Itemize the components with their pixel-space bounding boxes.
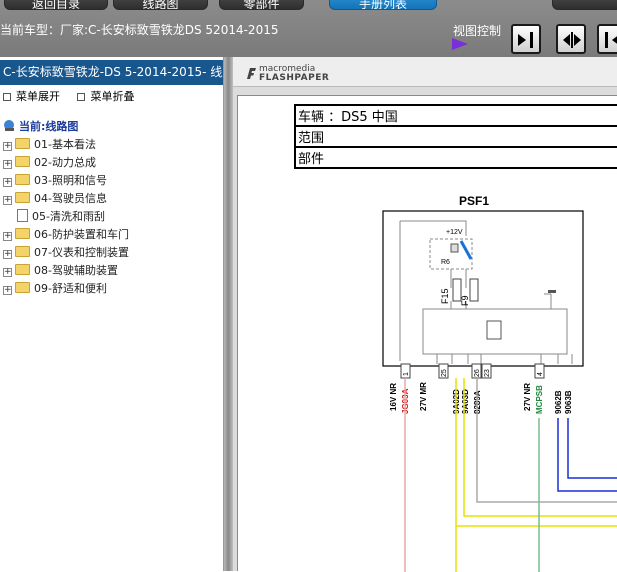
fit-left-button[interactable] xyxy=(597,24,617,54)
folder-icon xyxy=(15,192,30,203)
back-to-catalog-button[interactable]: 返回目录 xyxy=(4,0,108,10)
connector-27v-nr: 27V NR xyxy=(523,383,532,411)
menu-collapse-label: 菜单折叠 xyxy=(90,90,135,103)
voltage-label: +12V xyxy=(446,229,463,236)
tree-root-label: 当前:线路图 xyxy=(19,120,79,133)
flashpaper-logo-icon xyxy=(247,68,256,79)
tree-item-label: 04-驾驶员信息 xyxy=(34,192,107,205)
document-viewer: macromedia FLASHPAPER 车辆 ：DS5 中国 范围 部件 P… xyxy=(233,57,617,572)
ground-icon xyxy=(548,290,556,293)
connector-16v-nr: 16V NR xyxy=(389,383,398,411)
sidebar: C-长安标致雪铁龙-DS 5-2014-2015- 线路 菜单展开 菜单折叠 当… xyxy=(0,57,224,571)
tree-item[interactable]: 05-清洗和雨刮 xyxy=(3,208,223,226)
tree-view: 当前:线路图 +01-基本看法 +02-动力总成 +03-照明和信号 +04-驾驶员信… xyxy=(0,118,223,298)
expand-toggle-icon[interactable]: + xyxy=(3,250,12,259)
menu-expand-label: 菜单展开 xyxy=(16,90,60,103)
pin-1: 1 xyxy=(403,372,410,376)
folder-icon xyxy=(15,282,30,293)
computer-icon xyxy=(4,120,14,131)
folder-icon xyxy=(15,156,30,167)
tree-item-label: 06-防护装置和车门 xyxy=(34,228,129,241)
expand-toggle-icon[interactable]: + xyxy=(3,160,12,169)
expand-toggle-icon[interactable]: + xyxy=(3,142,12,151)
sidebar-title: C-长安标致雪铁龙-DS 5-2014-2015- 线路 xyxy=(0,60,223,85)
wiring-diagram: PSF1 +12V R6 F15 F9 1 25 26 23 4 16V NR … xyxy=(382,194,617,572)
fit-width-icon xyxy=(563,32,581,48)
extra-toolbar-button[interactable] xyxy=(552,0,617,10)
collapse-icon xyxy=(77,93,86,101)
expand-toggle-icon[interactable]: + xyxy=(3,232,12,241)
wiring-diagram-button[interactable]: 线路图 xyxy=(113,0,208,10)
fuse-f9 xyxy=(469,278,479,302)
tree-item-label: 01-基本看法 xyxy=(34,138,96,151)
components-button[interactable]: 零部件 xyxy=(219,0,304,10)
expand-toggle-icon[interactable]: + xyxy=(3,268,12,277)
tree-item[interactable]: +08-驾驶辅助装置 xyxy=(3,262,223,280)
pin-25: 25 xyxy=(441,369,448,377)
menu-expand-button[interactable]: 菜单展开 xyxy=(3,90,60,103)
folder-icon xyxy=(15,228,30,239)
pin-26: 26 xyxy=(474,369,481,377)
view-control-arrow-icon xyxy=(452,38,468,50)
tree-item-label: 05-清洗和雨刮 xyxy=(32,210,105,223)
folder-icon xyxy=(15,246,30,257)
fit-width-button[interactable] xyxy=(556,24,586,54)
tree-item-label: 07-仪表和控制装置 xyxy=(34,246,129,259)
fit-left-icon xyxy=(605,32,617,48)
current-car-model: 当前车型：厂家:C-长安标致雪铁龙DS 52014-2015 xyxy=(0,23,279,37)
tree-item[interactable]: +06-防护装置和车门 xyxy=(3,226,223,244)
wire-label-9063b: 9063B xyxy=(564,390,573,414)
menu-collapse-button[interactable]: 菜单折叠 xyxy=(77,90,134,103)
top-toolbar: 返回目录 线路图 零部件 手册列表 当前车型：厂家:C-长安标致雪铁龙DS 52… xyxy=(0,0,617,57)
pin-4: 4 xyxy=(537,372,544,376)
tree-item[interactable]: +04-驾驶员信息 xyxy=(3,190,223,208)
document-icon xyxy=(17,209,28,222)
folder-icon xyxy=(15,138,30,149)
fit-page-button[interactable] xyxy=(511,24,541,54)
tree-item-label: 08-驾驶辅助装置 xyxy=(34,264,118,277)
relay-coil xyxy=(450,243,459,253)
brand-bottom: FLASHPAPER xyxy=(259,73,330,83)
wire-label-9a03d: 9A03D xyxy=(461,389,470,414)
tree-item-label: 09-舒适和便利 xyxy=(34,282,107,295)
tree-item[interactable]: +03-照明和信号 xyxy=(3,172,223,190)
relay-label: R6 xyxy=(441,259,450,266)
wire-label-9062b: 9062B xyxy=(554,390,563,414)
tree-item[interactable]: +02-动力总成 xyxy=(3,154,223,172)
fit-right-icon xyxy=(518,32,533,48)
folder-icon xyxy=(15,174,30,185)
fuse-f9-label: F9 xyxy=(460,295,470,306)
fuse-f15-label: F15 xyxy=(440,288,450,304)
wires xyxy=(404,378,617,572)
expand-toggle-icon[interactable]: + xyxy=(3,286,12,295)
pin-23: 23 xyxy=(484,369,491,377)
expand-icon xyxy=(3,93,11,101)
view-control-label: 视图控制 xyxy=(453,24,502,38)
flashpaper-logo: macromedia FLASHPAPER xyxy=(259,65,329,83)
connector-27v-mr: 27V MR xyxy=(419,382,428,411)
expand-toggle-icon[interactable]: + xyxy=(3,178,12,187)
tree-item-label: 02-动力总成 xyxy=(34,156,96,169)
tree-root[interactable]: 当前:线路图 xyxy=(3,118,223,136)
wire-label-mcpsb: MCPSB xyxy=(535,385,544,414)
manual-list-button[interactable]: 手册列表 xyxy=(329,0,437,10)
folder-icon xyxy=(15,264,30,275)
tree-item[interactable]: +09-舒适和便利 xyxy=(3,280,223,298)
component-title: PSF1 xyxy=(459,194,489,208)
document-page: 车辆 ：DS5 中国 范围 部件 PSF1 +12V R6 F15 F9 1 2… xyxy=(237,95,617,572)
component-box xyxy=(382,210,584,367)
tree-item-label: 03-照明和信号 xyxy=(34,174,107,187)
tree-item[interactable]: +07-仪表和控制装置 xyxy=(3,244,223,262)
menu-operations: 菜单展开 菜单折叠 xyxy=(0,85,223,109)
flashpaper-header: macromedia FLASHPAPER xyxy=(233,57,617,87)
tree-item[interactable]: +01-基本看法 xyxy=(3,136,223,154)
panel-splitter[interactable] xyxy=(224,57,233,571)
expand-toggle-icon[interactable]: + xyxy=(3,196,12,205)
